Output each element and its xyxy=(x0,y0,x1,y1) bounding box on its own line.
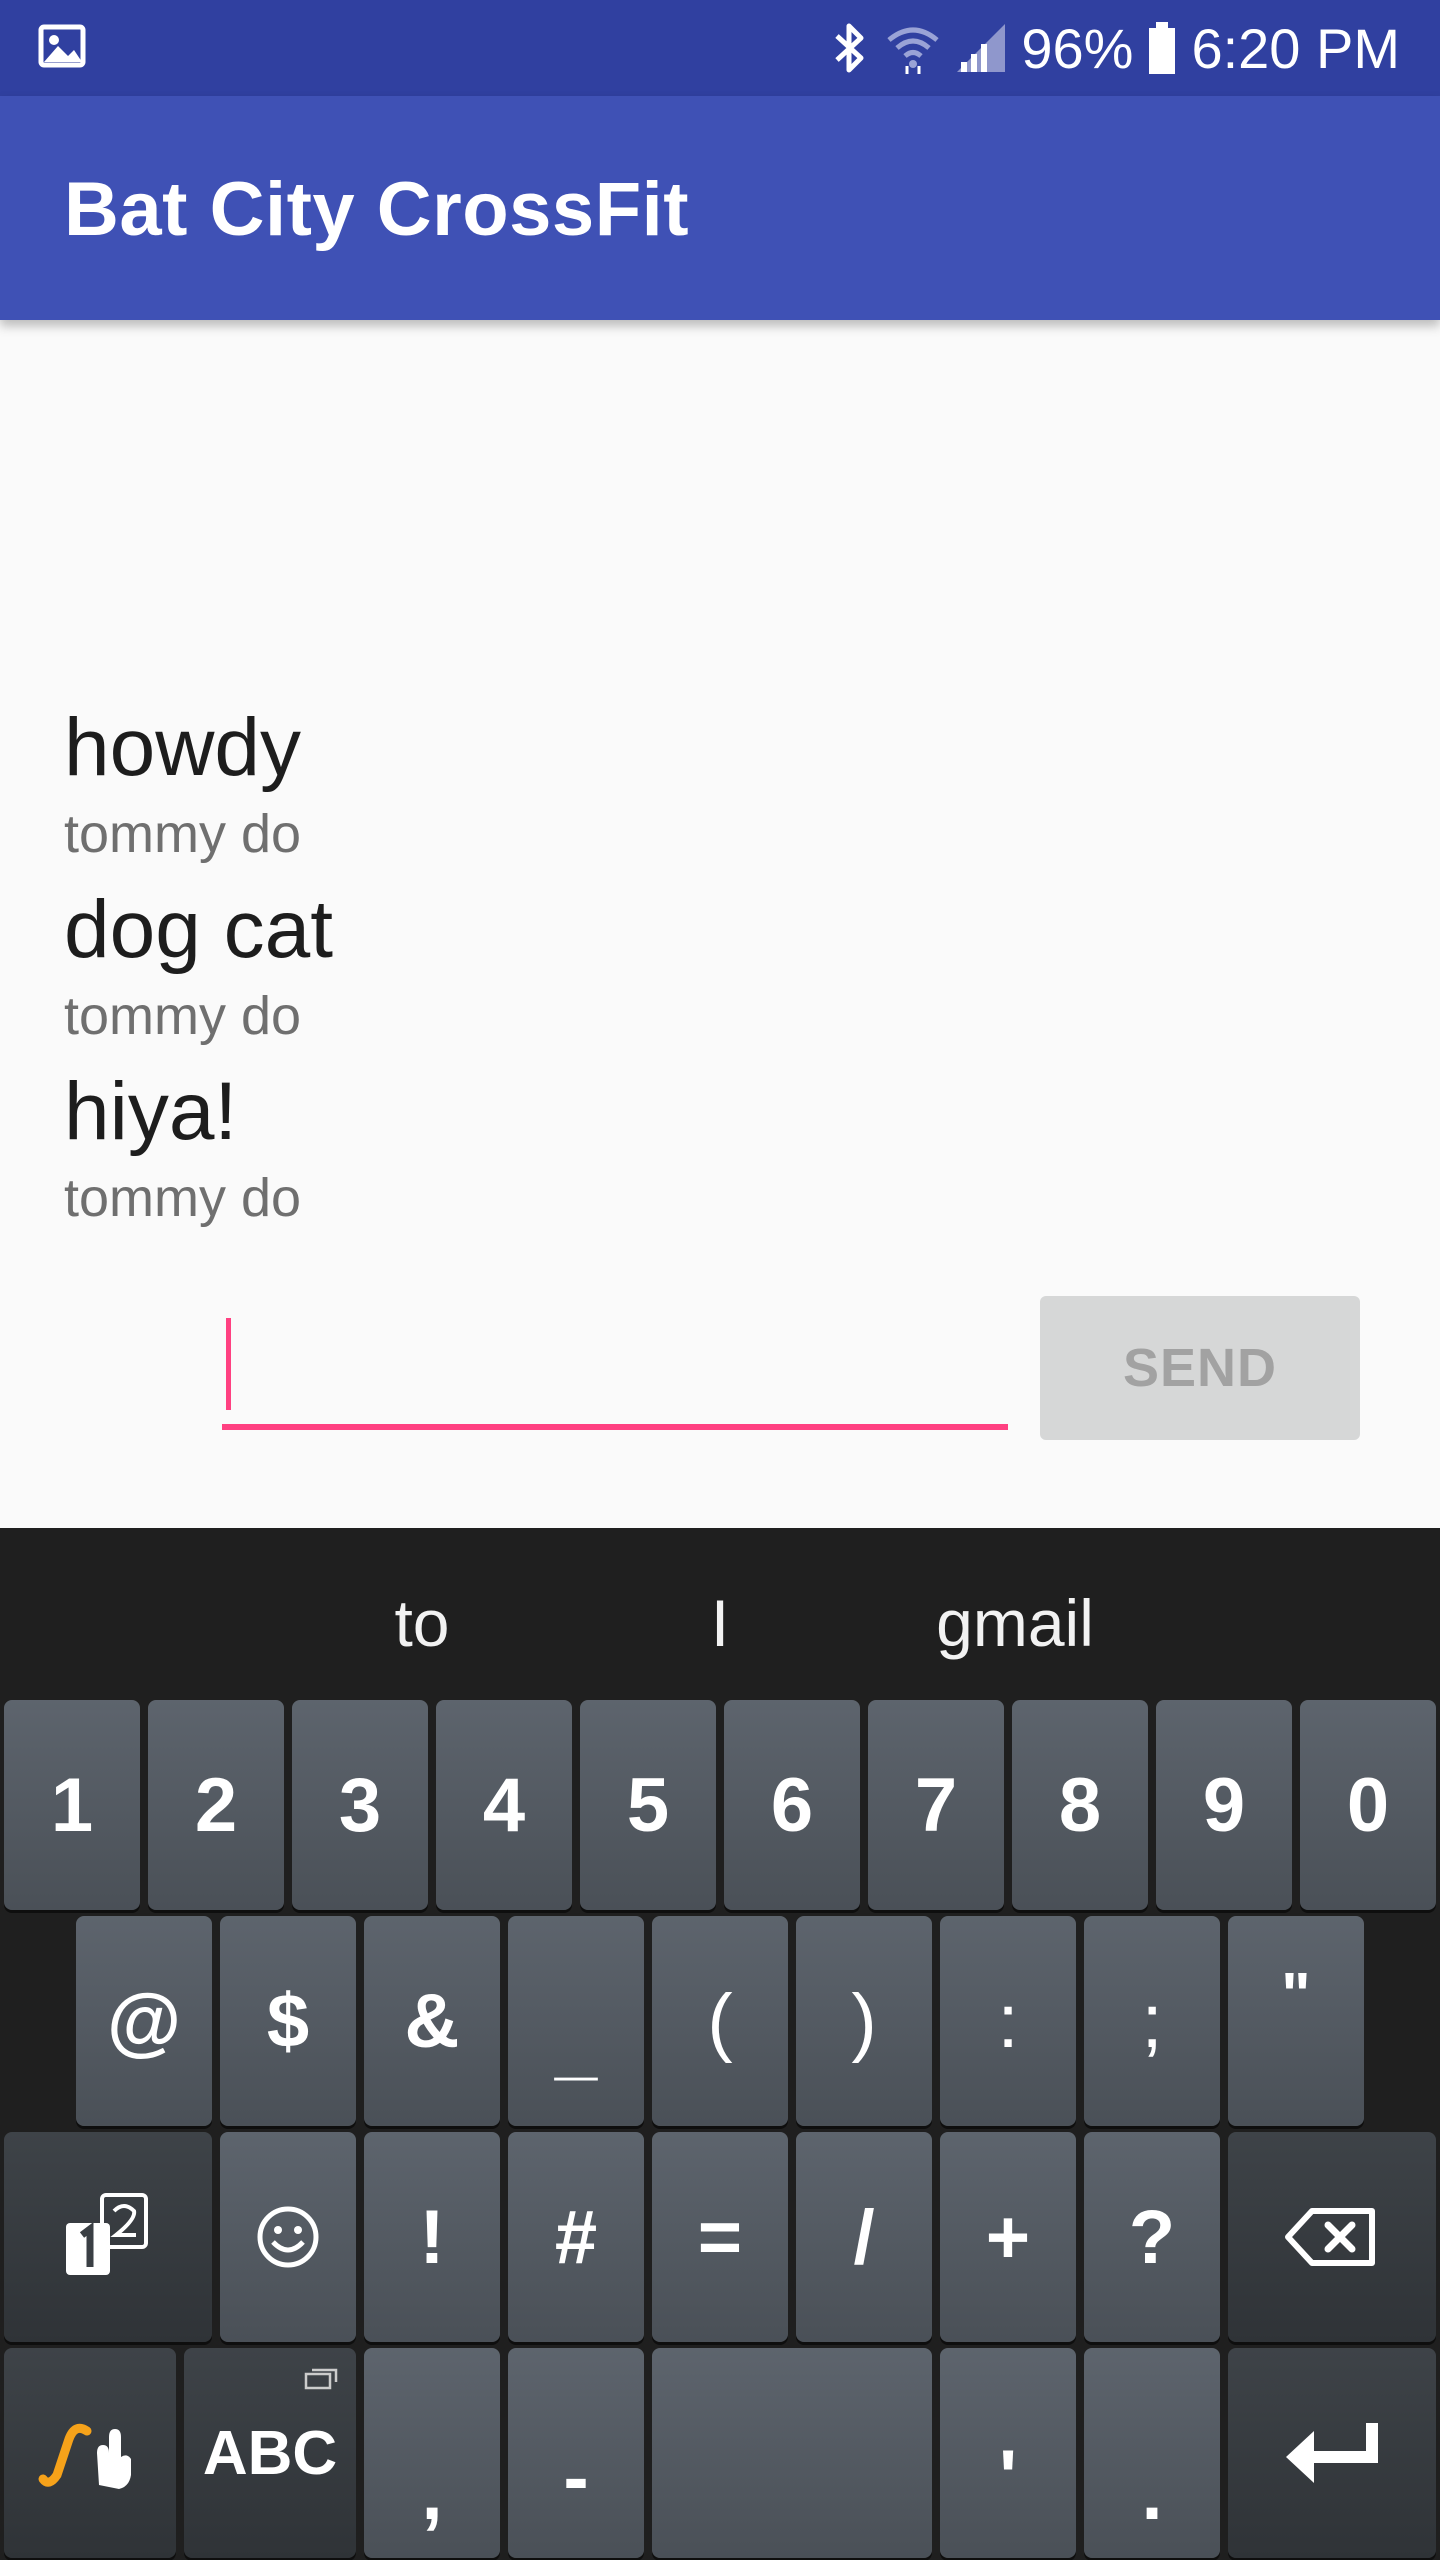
message-input[interactable] xyxy=(222,1310,1008,1430)
key-question[interactable]: ? xyxy=(1084,2132,1220,2342)
key-dollar[interactable]: $ xyxy=(220,1916,356,2126)
key-apostrophe-label: ' xyxy=(998,2434,1018,2520)
key-9[interactable]: 9 xyxy=(1156,1700,1292,1910)
message-text: hiya! xyxy=(64,1066,238,1157)
send-button[interactable]: SEND xyxy=(1040,1296,1360,1440)
symbols-page-icon xyxy=(66,2193,148,2275)
key-8[interactable]: 8 xyxy=(1012,1700,1148,1910)
abc-key[interactable]: ABC xyxy=(184,2348,356,2558)
key-3[interactable]: 3 xyxy=(292,1700,428,1910)
key-open-paren[interactable]: ( xyxy=(652,1916,788,2126)
key-apostrophe[interactable]: ' xyxy=(940,2348,1076,2558)
battery-percent: 96% xyxy=(1021,16,1134,80)
symbols-page-key[interactable] xyxy=(4,2132,212,2342)
key-semicolon[interactable]: ; xyxy=(1084,1916,1220,2126)
backspace-key[interactable] xyxy=(1228,2132,1436,2342)
key-exclamation[interactable]: ! xyxy=(364,2132,500,2342)
bluetooth-icon xyxy=(831,20,871,76)
key-0[interactable]: 0 xyxy=(1300,1700,1436,1910)
key-1[interactable]: 1 xyxy=(4,1700,140,1910)
space-key[interactable] xyxy=(652,2348,932,2558)
message-text: howdy xyxy=(64,702,302,793)
message-author: tommy do xyxy=(64,804,302,864)
key-comma-label: , xyxy=(421,2450,443,2536)
key-equals[interactable]: = xyxy=(652,2132,788,2342)
status-bar: 96% 6:20 PM xyxy=(0,0,1440,96)
battery-icon xyxy=(1147,20,1177,76)
key-underscore-label: _ xyxy=(554,2002,598,2088)
page-title: Bat City CrossFit xyxy=(64,167,690,252)
key-period[interactable]: . xyxy=(1084,2348,1220,2558)
key-at[interactable]: @ xyxy=(76,1916,212,2126)
key-4[interactable]: 4 xyxy=(436,1700,572,1910)
key-6[interactable]: 6 xyxy=(724,1700,860,1910)
key-2[interactable]: 2 xyxy=(148,1700,284,1910)
cell-signal-icon xyxy=(955,22,1007,74)
swype-icon xyxy=(38,2423,131,2489)
key-7[interactable]: 7 xyxy=(868,1700,1004,1910)
suggestion-item[interactable]: gmail xyxy=(895,1528,1135,1698)
message-text: dog cat xyxy=(64,884,333,975)
suggestion-strip: to I gmail xyxy=(0,1528,1440,1698)
smiley-icon xyxy=(257,2206,319,2268)
message-author: tommy do xyxy=(64,1168,302,1228)
clipboard-icon xyxy=(304,2368,338,2390)
key-5[interactable]: 5 xyxy=(580,1700,716,1910)
enter-icon xyxy=(1286,2423,1378,2483)
key-comma[interactable]: , xyxy=(364,2348,500,2558)
key-underscore[interactable]: _ xyxy=(508,1916,644,2126)
suggestion-item[interactable]: to xyxy=(322,1528,522,1698)
enter-key[interactable] xyxy=(1228,2348,1436,2558)
swype-key[interactable] xyxy=(4,2348,176,2558)
key-dash[interactable]: - xyxy=(508,2348,644,2558)
key-plus[interactable]: + xyxy=(940,2132,1076,2342)
key-hash[interactable]: # xyxy=(508,2132,644,2342)
on-screen-keyboard: to I gmail 1 2 3 4 5 6 7 8 9 0 @ $ & _ (… xyxy=(0,1528,1440,2560)
key-close-paren[interactable]: ) xyxy=(796,1916,932,2126)
list-item: hiya! tommy do xyxy=(64,1064,1364,1246)
app-bar: Bat City CrossFit xyxy=(0,96,1440,320)
list-item: dog cat tommy do xyxy=(64,882,1364,1064)
key-colon[interactable]: : xyxy=(940,1916,1076,2126)
wifi-icon xyxy=(885,20,941,76)
emoji-key[interactable] xyxy=(220,2132,356,2342)
input-underline xyxy=(222,1424,1008,1430)
key-ampersand[interactable]: & xyxy=(364,1916,500,2126)
clock: 6:20 PM xyxy=(1191,16,1400,80)
message-author: tommy do xyxy=(64,986,302,1046)
key-period-label: . xyxy=(1141,2450,1163,2536)
abc-key-label: ABC xyxy=(202,2418,338,2488)
list-item: howdy tommy do xyxy=(64,700,1364,882)
suggestion-item[interactable]: I xyxy=(620,1528,820,1698)
image-icon xyxy=(38,22,86,70)
key-quote[interactable]: " xyxy=(1228,1916,1364,2126)
text-cursor xyxy=(226,1318,231,1410)
key-dash-label: - xyxy=(563,2434,589,2520)
message-list: howdy tommy do dog cat tommy do hiya! to… xyxy=(64,700,1364,1246)
key-slash[interactable]: / xyxy=(796,2132,932,2342)
backspace-icon xyxy=(1285,2208,1375,2266)
